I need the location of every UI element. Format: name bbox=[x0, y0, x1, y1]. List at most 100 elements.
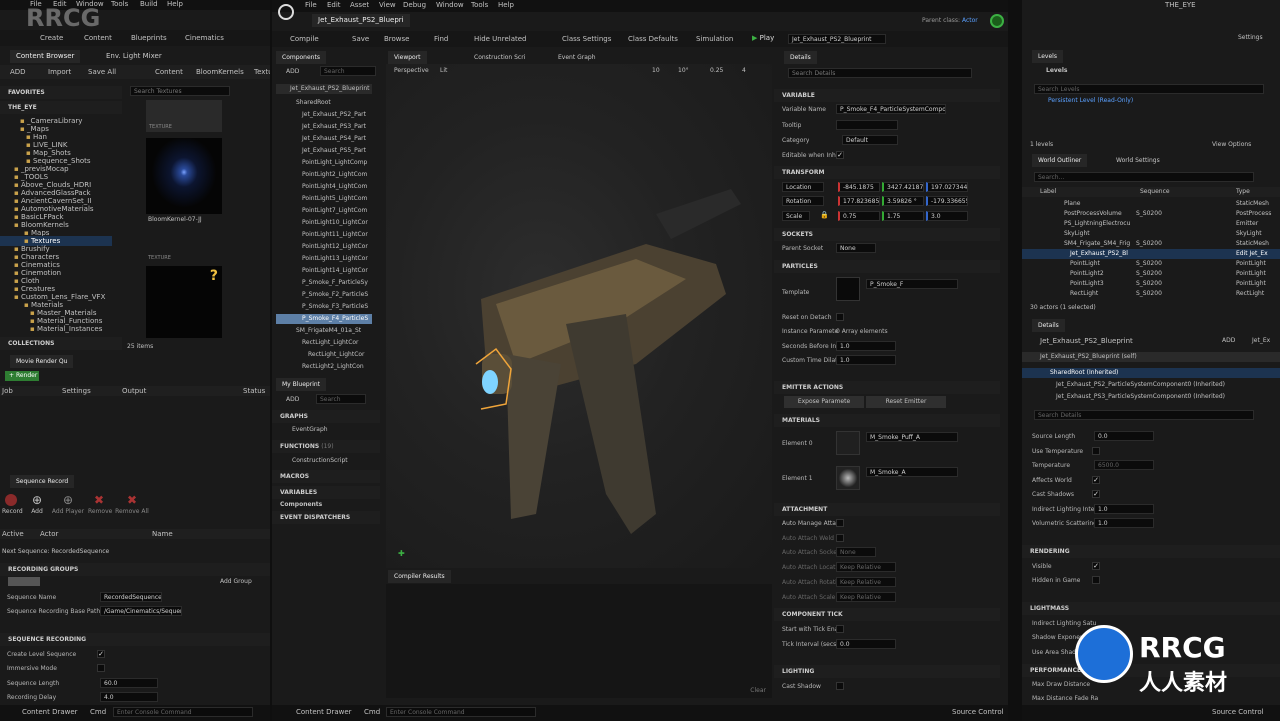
menu-tools[interactable]: Tools bbox=[471, 1, 488, 9]
tab-env-light-mixer[interactable]: Env. Light Mixer bbox=[100, 50, 168, 63]
seq-length-input[interactable]: 60.0 bbox=[100, 678, 158, 688]
component-row[interactable]: Jet_Exhaust_PS2_ParticleSystemComponent0… bbox=[1022, 380, 1280, 390]
custom-time-input[interactable]: 1.0 bbox=[836, 355, 896, 365]
content-drawer-button[interactable]: Content Drawer bbox=[22, 708, 78, 716]
outliner-row[interactable]: SkyLight SkyLight bbox=[1022, 229, 1280, 239]
remove-button[interactable]: ✖ Remove bbox=[88, 494, 112, 515]
cmd-button[interactable]: Cmd bbox=[364, 708, 380, 716]
component-item[interactable]: PointLight13_LightCor bbox=[276, 254, 372, 264]
asset-thumb-1[interactable]: TEXTURE bbox=[146, 100, 222, 132]
import-button[interactable]: Import bbox=[48, 68, 71, 76]
menu-tools[interactable]: Tools bbox=[111, 0, 128, 8]
class-settings-button[interactable]: Class Settings bbox=[562, 35, 611, 43]
render-button[interactable]: + Render bbox=[5, 371, 39, 381]
outliner-search[interactable]: Search... bbox=[1034, 172, 1254, 182]
search-textures-input[interactable]: Search Textures bbox=[130, 86, 230, 96]
favorites-header[interactable]: FAVORITES bbox=[0, 86, 122, 99]
search-details-input[interactable]: Search Details bbox=[1034, 410, 1254, 420]
add-group-button[interactable]: Add Group bbox=[220, 578, 252, 585]
tab-movie-render-queue[interactable]: Movie Render Qu bbox=[10, 355, 74, 368]
tab-viewport[interactable]: Viewport bbox=[388, 51, 427, 64]
auto-loc-select[interactable]: Keep Relative bbox=[836, 562, 896, 572]
component-tick-header[interactable]: COMPONENT TICK bbox=[774, 608, 1000, 621]
outliner-row-selected[interactable]: Jet_Exhaust_PS2_Bl Edit Jet_Ex bbox=[1022, 249, 1280, 259]
material0-thumbnail[interactable] bbox=[836, 431, 860, 455]
component-item[interactable]: PointLight12_LightCor bbox=[276, 242, 372, 252]
location-z[interactable]: 197.027344 bbox=[926, 182, 968, 192]
sequence-recording-header[interactable]: SEQUENCE RECORDING bbox=[0, 633, 270, 646]
lighting-header[interactable]: LIGHTING bbox=[774, 665, 1000, 678]
tab-sequence-recorder[interactable]: Sequence Record bbox=[10, 475, 75, 488]
auto-manage-checkbox[interactable] bbox=[836, 519, 844, 527]
immersive-checkbox[interactable] bbox=[97, 664, 105, 672]
menu-asset[interactable]: Asset bbox=[350, 1, 369, 9]
volumetric-input[interactable]: 1.0 bbox=[1094, 518, 1154, 528]
tab-construction-script[interactable]: Construction Scri bbox=[468, 51, 532, 64]
content-button[interactable]: Content bbox=[84, 34, 112, 42]
graphs-header[interactable]: GRAPHS bbox=[272, 410, 380, 423]
use-temp-checkbox[interactable] bbox=[1092, 447, 1100, 455]
attachment-header[interactable]: ATTACHMENT bbox=[774, 503, 1000, 516]
component-item[interactable]: RectLight_LightCor bbox=[276, 350, 372, 360]
event-graph-item[interactable]: EventGraph bbox=[272, 425, 380, 435]
material1-thumbnail[interactable] bbox=[836, 466, 860, 490]
material1-select[interactable]: M_Smoke_A bbox=[866, 467, 958, 477]
base-path-input[interactable]: /Game/Cinematics/Sequences bbox=[100, 606, 182, 616]
sockets-header[interactable]: SOCKETS bbox=[774, 228, 1000, 241]
rotation-y[interactable]: 3.59826 ° bbox=[882, 196, 924, 206]
hidden-game-checkbox[interactable] bbox=[1092, 576, 1100, 584]
play-button[interactable]: ▶ Play bbox=[752, 34, 774, 42]
path-bloomkernels[interactable]: BloomKernels bbox=[196, 68, 244, 76]
auto-socket-input[interactable]: None bbox=[836, 547, 876, 557]
component-item[interactable]: Jet_Exhaust_PS3_Part bbox=[276, 122, 372, 132]
find-button[interactable]: Find bbox=[434, 35, 448, 43]
recording-groups-header[interactable]: RECORDING GROUPS bbox=[0, 563, 270, 576]
variable-header[interactable]: VARIABLE bbox=[774, 89, 1000, 102]
viewport[interactable]: Perspective Lit 10 10° 0.25 4 ✚ bbox=[386, 64, 772, 568]
add-button[interactable]: ⊕ Add bbox=[28, 494, 46, 515]
macros-header[interactable]: MACROS bbox=[272, 470, 380, 483]
add-player-button[interactable]: ⊕ Add Player bbox=[50, 494, 86, 515]
tab-compiler-results[interactable]: Compiler Results bbox=[388, 570, 451, 583]
settings-button[interactable]: Settings bbox=[1238, 34, 1263, 41]
seconds-before-input[interactable]: 1.0 bbox=[836, 341, 896, 351]
save-button[interactable]: Save bbox=[352, 35, 369, 43]
project-header[interactable]: THE_EYE bbox=[0, 101, 122, 114]
tab-content-browser[interactable]: Content Browser bbox=[10, 50, 81, 63]
menu-view[interactable]: View bbox=[379, 1, 396, 9]
menu-edit[interactable]: Edit bbox=[327, 1, 341, 9]
tab-world-settings[interactable]: World Settings bbox=[1110, 154, 1166, 167]
details-add-button[interactable]: ADD bbox=[1222, 337, 1235, 344]
material0-select[interactable]: M_Smoke_Puff_A bbox=[866, 432, 958, 442]
content-drawer-button[interactable]: Content Drawer bbox=[296, 708, 352, 716]
template-thumbnail[interactable] bbox=[836, 277, 860, 301]
temperature-input[interactable]: 6500.0 bbox=[1094, 460, 1154, 470]
auto-rot-select[interactable]: Keep Relative bbox=[836, 577, 896, 587]
outliner-row[interactable]: SM4_Frigate_SM4_Frig S_S0200 StaticMesh bbox=[1022, 239, 1280, 249]
editable-checkbox[interactable]: ✓ bbox=[836, 151, 844, 159]
mybp-search[interactable]: Search bbox=[316, 394, 366, 404]
outliner-row[interactable]: PostProcessVolume S_S0200 PostProcess bbox=[1022, 209, 1280, 219]
menu-window[interactable]: Window bbox=[436, 1, 464, 9]
tick-interval-input[interactable]: 0.0 bbox=[836, 639, 896, 649]
component-item[interactable]: SM_FrigateM4_01a_St bbox=[276, 326, 372, 336]
browse-button[interactable]: Browse bbox=[384, 35, 410, 43]
rec-delay-input[interactable]: 4.0 bbox=[100, 692, 158, 702]
tab-details[interactable]: Details bbox=[1032, 319, 1065, 332]
menu-file[interactable]: File bbox=[305, 1, 317, 9]
materials-header[interactable]: MATERIALS bbox=[774, 414, 1000, 427]
variables-header[interactable]: VARIABLES bbox=[272, 486, 380, 499]
path-textures[interactable]: Textu bbox=[254, 68, 270, 76]
component-item[interactable]: Jet_Exhaust_PS2_Part bbox=[276, 110, 372, 120]
self-row[interactable]: Jet_Exhaust_PS2_Blueprint (self) bbox=[1022, 352, 1280, 362]
component-item[interactable]: PointLight5_LightCom bbox=[276, 194, 372, 204]
rotation-select[interactable]: Rotation bbox=[782, 196, 824, 206]
expose-parameters-button[interactable]: Expose Paramete bbox=[784, 396, 864, 408]
console-input[interactable]: Enter Console Command bbox=[113, 707, 253, 717]
components-search[interactable]: Search bbox=[320, 66, 376, 76]
construction-script-item[interactable]: ConstructionScript bbox=[272, 456, 380, 466]
menu-help[interactable]: Help bbox=[498, 1, 514, 9]
auto-weld-checkbox[interactable] bbox=[836, 534, 844, 542]
template-select[interactable]: P_Smoke_F bbox=[866, 279, 958, 289]
component-item[interactable]: PointLight7_LightCom bbox=[276, 206, 372, 216]
